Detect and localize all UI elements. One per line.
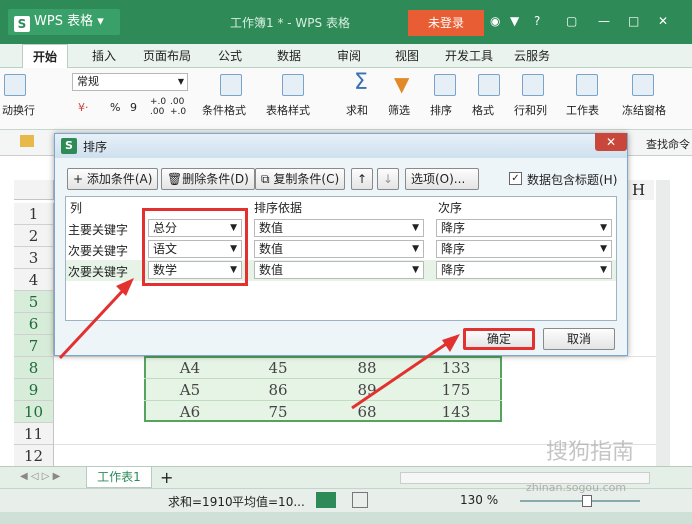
arrow-to-keys (58, 283, 130, 360)
zoom-slider-handle[interactable] (582, 495, 592, 507)
bottom-edge (0, 512, 692, 524)
status-sum: 求和=1910 (168, 495, 233, 509)
page-layout-icon[interactable] (352, 492, 368, 508)
tab-nav-icon[interactable]: ◀ ◁ ▷ ▶ (20, 471, 60, 482)
arrow-head-icon (442, 334, 460, 352)
zoom-slider[interactable] (520, 500, 640, 502)
normal-view-icon[interactable] (316, 492, 336, 508)
status-average: 平均值=10... (232, 495, 305, 509)
annotation-arrows (58, 278, 460, 410)
sheet-tab-1[interactable]: 工作表1 (86, 467, 152, 488)
zoom-level: 130 % (460, 493, 499, 507)
add-sheet-button[interactable]: + (160, 468, 173, 487)
arrow-to-ok (351, 338, 453, 410)
watermark-url: zhinan.sogou.com (526, 481, 627, 494)
status-bar: 求和=1910 平均值=10... 130 % zhinan.sogou.com (0, 481, 692, 512)
